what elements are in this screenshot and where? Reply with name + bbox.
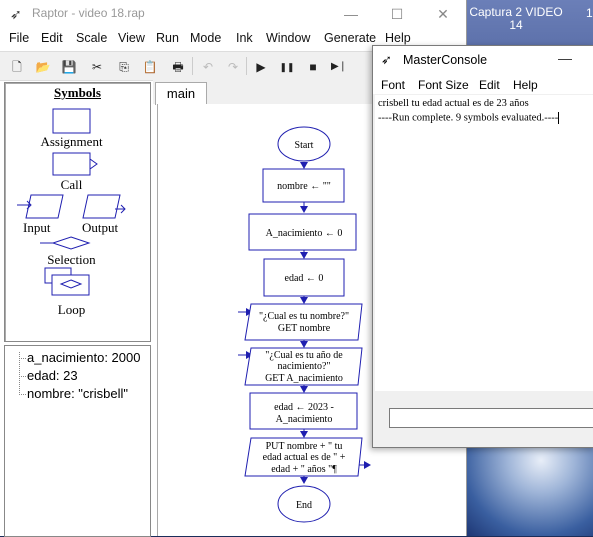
s6-line1: edad ← 2023 - [274, 402, 334, 413]
variable-text: a_nacimiento: 2000 [27, 350, 141, 365]
menu-ink[interactable]: Ink [236, 31, 253, 45]
output-label: Output [82, 220, 119, 235]
s4-line2: GET nombre [278, 323, 331, 334]
console-output-line: crisbell tu edad actual es de 23 años [378, 98, 529, 109]
console-output-line: ----Run complete. 9 symbols evaluated.--… [378, 112, 560, 124]
print-icon[interactable]: 🖶 [167, 56, 189, 78]
console-minimize-button[interactable]: — [558, 50, 572, 66]
output-symbol-icon[interactable] [82, 194, 121, 219]
new-file-icon[interactable]: 🗋 [6, 56, 28, 78]
menu-help[interactable]: Help [385, 31, 411, 45]
desktop-icon-label[interactable]: Captura 2 VIDEO 14 [466, 6, 566, 32]
start-text: Start [295, 140, 314, 151]
console-menu-font[interactable]: Font [381, 78, 405, 92]
input-label: Input [23, 220, 51, 235]
variable-text: edad: 23 [27, 368, 78, 383]
menu-run[interactable]: Run [156, 31, 179, 45]
variable-item[interactable]: edad: 23 [19, 368, 78, 383]
console-title: MasterConsole [403, 53, 488, 67]
call-arrow-icon [89, 158, 98, 170]
paste-icon[interactable]: 📋 [139, 56, 161, 78]
menu-scale[interactable]: Scale [76, 31, 107, 45]
raptor-app-icon: ➶ [10, 6, 22, 22]
call-symbol-icon[interactable] [52, 152, 91, 176]
variables-panel: a_nacimiento: 2000 edad: 23 nombre: "cri… [4, 345, 151, 537]
console-title-bar: ➶ MasterConsole — [373, 46, 593, 74]
menu-view[interactable]: View [118, 31, 145, 45]
console-menu-edit[interactable]: Edit [479, 78, 500, 92]
minimize-button[interactable]: — [328, 0, 374, 28]
console-menu-bar: Font Font Size Edit Help [373, 74, 593, 94]
loop-label: Loop [57, 302, 86, 317]
menu-window[interactable]: Window [266, 31, 310, 45]
selection-label: Selection [47, 252, 96, 267]
menu-edit[interactable]: Edit [41, 31, 63, 45]
s1-text: nombre ← "" [277, 181, 331, 192]
stop-icon[interactable]: ■ [302, 56, 324, 78]
menu-file[interactable]: File [9, 31, 29, 45]
maximize-button[interactable]: ☐ [374, 0, 420, 28]
window-title: Raptor - video 18.rap [32, 6, 145, 20]
redo-icon[interactable]: ↷ [222, 56, 244, 78]
s5-line3: GET A_nacimiento [265, 373, 343, 384]
s6-line2: A_nacimiento [276, 414, 333, 425]
desktop-icon-label-partial[interactable]: 1 [586, 6, 593, 20]
desktop-icon-label-line2: 14 [509, 18, 523, 32]
s2-text: A_nacimiento ← 0 [266, 228, 343, 239]
s7-line1: PUT nombre + " tu [266, 441, 343, 452]
open-folder-icon[interactable]: 📂 [32, 56, 54, 78]
variable-item[interactable]: a_nacimiento: 2000 [19, 350, 141, 365]
input-symbol-icon[interactable] [25, 194, 64, 219]
menu-generate[interactable]: Generate [324, 31, 376, 45]
assignment-label: Assignment [40, 134, 103, 149]
s4-line1: "¿Cual es tu nombre?" [259, 311, 349, 322]
variable-text: nombre: "crisbell" [27, 386, 128, 401]
call-label: Call [60, 177, 83, 192]
input-nombre[interactable] [244, 303, 363, 341]
toolbar-separator [192, 57, 193, 75]
copy-icon[interactable]: ⎘ [113, 56, 135, 78]
menu-mode[interactable]: Mode [190, 31, 221, 45]
selection-symbol-icon[interactable] [51, 236, 91, 250]
s7-line2: edad actual es de " + [263, 452, 346, 463]
s5-line2: nacimiento?" [278, 361, 331, 372]
s5-line1: "¿Cual es tu año de [265, 350, 343, 361]
console-output[interactable]: crisbell tu edad actual es de 23 años --… [375, 95, 593, 391]
raptor-app-icon: ➶ [381, 52, 392, 67]
console-menu-help[interactable]: Help [513, 78, 538, 92]
s3-text: edad ← 0 [285, 273, 324, 284]
step-icon[interactable]: ▶❘ [328, 56, 350, 78]
close-button[interactable]: ✕ [420, 0, 466, 28]
master-console-window: ➶ MasterConsole — Font Font Size Edit He… [372, 45, 593, 448]
end-text: End [296, 500, 312, 511]
assignment-symbol-icon[interactable] [52, 108, 91, 134]
variable-item[interactable]: nombre: "crisbell" [19, 386, 128, 401]
cut-icon[interactable]: ✂ [86, 56, 108, 78]
undo-icon[interactable]: ↶ [197, 56, 219, 78]
console-input-field[interactable] [389, 408, 593, 428]
toolbar-separator [246, 57, 247, 75]
title-bar: ➶ Raptor - video 18.rap — ☐ ✕ [0, 0, 466, 28]
console-menu-font-size[interactable]: Font Size [418, 78, 469, 92]
pause-icon[interactable]: ❚❚ [276, 56, 298, 78]
text-cursor [558, 112, 560, 124]
symbols-panel: Symbols Assignment Call Input Output Sel… [4, 82, 151, 342]
s7-line3: edad + " años "¶ [271, 464, 337, 475]
play-icon[interactable]: ▶ [250, 56, 272, 78]
tab-main[interactable]: main [155, 82, 207, 105]
save-icon[interactable]: 💾 [58, 56, 80, 78]
